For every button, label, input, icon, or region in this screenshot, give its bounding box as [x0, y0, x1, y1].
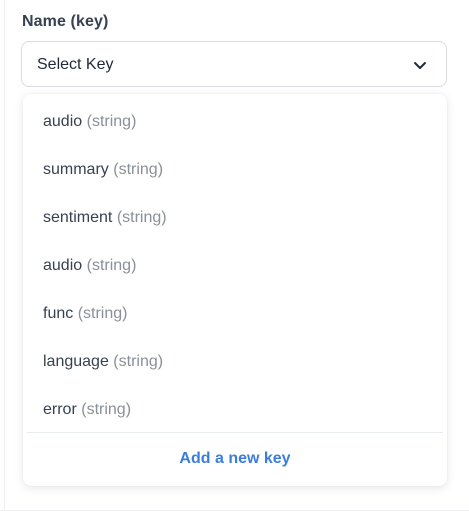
key-option[interactable]: sentiment (string) — [23, 194, 447, 242]
key-option[interactable]: error (string) — [23, 386, 447, 434]
key-option[interactable]: language (string) — [23, 338, 447, 386]
option-type: (string) — [86, 113, 137, 130]
option-type: (string) — [81, 401, 132, 418]
option-type: (string) — [86, 257, 137, 274]
chevron-down-icon — [414, 62, 426, 69]
key-option[interactable]: summary (string) — [23, 146, 447, 194]
key-dropdown: audio (string) summary (string) sentimen… — [23, 94, 447, 486]
option-type: (string) — [116, 209, 167, 226]
key-option[interactable]: func (string) — [23, 290, 447, 338]
key-option[interactable]: audio (string) — [23, 242, 447, 290]
panel-edge — [4, 0, 5, 511]
key-select[interactable]: Select Key — [21, 41, 447, 87]
field-label: Name (key) — [22, 13, 109, 30]
option-type: (string) — [113, 353, 164, 370]
option-name: error — [43, 401, 77, 418]
option-name: audio — [43, 113, 83, 130]
option-name: audio — [43, 257, 83, 274]
option-name: sentiment — [43, 209, 113, 226]
option-type: (string) — [113, 161, 164, 178]
option-name: language — [43, 353, 109, 370]
select-value: Select Key — [37, 56, 114, 73]
key-options-list: audio (string) summary (string) sentimen… — [23, 98, 447, 434]
add-new-key-button[interactable]: Add a new key — [23, 441, 447, 477]
option-type: (string) — [77, 305, 128, 322]
option-name: func — [43, 305, 74, 322]
option-name: summary — [43, 161, 109, 178]
key-option[interactable]: audio (string) — [23, 98, 447, 146]
dropdown-divider — [27, 432, 443, 433]
